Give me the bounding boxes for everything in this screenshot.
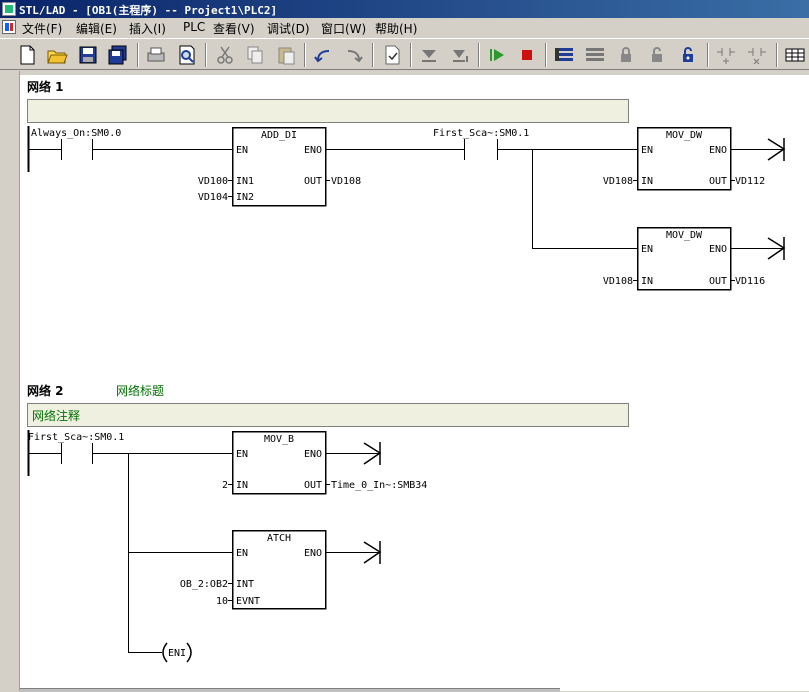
mov-dw-1-en: EN (641, 145, 653, 156)
add-di-out-value: VD108 (331, 176, 361, 187)
toolbar-separator (137, 43, 139, 67)
toolbar-separator (372, 43, 374, 67)
mov-b-in: IN (236, 480, 248, 491)
add-di-out: OUT (304, 176, 322, 187)
network2-contact1-label: First_Sca~:SM0.1 (28, 432, 124, 443)
add-di-in1-value: VD100 (198, 176, 228, 187)
atch-name: ATCH (267, 533, 291, 544)
mov-b-out: OUT (304, 480, 322, 491)
data-status-icon[interactable] (584, 44, 606, 66)
toolbar-separator (707, 43, 709, 67)
print-preview-icon[interactable] (176, 44, 198, 66)
menu-window[interactable]: 窗口(W) (321, 20, 366, 37)
ladder-diagram: 网络 1 Always_On:SM0.0 ADD_DI EN ENO IN1 I… (27, 79, 786, 663)
save-all-icon[interactable] (107, 44, 129, 66)
add-di-in2: IN2 (236, 192, 254, 203)
network2-subtitle[interactable]: 网络标题 (116, 383, 164, 398)
mov-dw-2-name: MOV_DW (666, 230, 703, 241)
window-title: STL/LAD - [OB1(主程序) -- Project1\PLC2] (19, 4, 278, 17)
toolbar (0, 38, 809, 70)
atch-int: INT (236, 579, 254, 590)
add-di-in1: IN1 (236, 176, 254, 187)
undo-icon[interactable] (312, 44, 334, 66)
table-icon[interactable] (784, 44, 806, 66)
mov-dw-1-in-value: VD108 (603, 176, 633, 187)
menu-plc[interactable]: PLC (183, 20, 205, 34)
toolbar-separator (776, 43, 778, 67)
add-di-eno: ENO (304, 145, 322, 156)
toolbar-separator (410, 43, 412, 67)
add-di-en: EN (236, 145, 248, 156)
insert-contact-icon[interactable] (715, 44, 737, 66)
network1-contact1-label: Always_On:SM0.0 (31, 128, 121, 139)
mov-b-in-value: 2 (222, 480, 228, 491)
toolbar-separator (478, 43, 480, 67)
run-icon[interactable] (486, 44, 508, 66)
network2-comment[interactable]: 网络注释 (32, 408, 80, 423)
program-status-icon[interactable] (553, 44, 575, 66)
network1-contact2-label: First_Sca~:SM0.1 (433, 128, 529, 139)
mov-dw-2-en: EN (641, 244, 653, 255)
menu-insert[interactable]: 插入(I) (129, 20, 166, 37)
menu-view[interactable]: 查看(V) (213, 20, 255, 37)
menu-debug[interactable]: 调试(D) (267, 20, 310, 37)
toolbar-separator (205, 43, 207, 67)
mov-dw-1-eno: ENO (709, 145, 727, 156)
atch-en: EN (236, 548, 248, 559)
mov-dw-2-in-value: VD108 (603, 276, 633, 287)
cut-icon[interactable] (214, 44, 236, 66)
add-di-in2-value: VD104 (198, 192, 228, 203)
mov-dw-2-eno: ENO (709, 244, 727, 255)
menu-help[interactable]: 帮助(H) (375, 20, 417, 37)
mov-dw-2-out: OUT (709, 276, 727, 287)
network1-title: 网络 1 (27, 79, 64, 94)
eni-coil-right[interactable] (186, 642, 192, 663)
network1-comment-box[interactable] (27, 99, 629, 123)
new-icon[interactable] (16, 44, 38, 66)
delete-contact-icon[interactable] (746, 44, 768, 66)
add-di-name: ADD_DI (261, 130, 297, 141)
menu-file[interactable]: 文件(F) (22, 20, 62, 37)
compile-icon[interactable] (381, 44, 403, 66)
redo-icon[interactable] (343, 44, 365, 66)
atch-evnt: EVNT (236, 596, 260, 607)
atch-int-value: OB_2:OB2 (180, 579, 228, 590)
mov-dw-1-out: OUT (709, 176, 727, 187)
app-icon[interactable] (2, 2, 16, 16)
print-icon[interactable] (145, 44, 167, 66)
toolbar-separator (545, 43, 547, 67)
mov-b-en: EN (236, 449, 248, 460)
atch-evnt-value: 10 (216, 596, 228, 607)
ladder-editor[interactable]: 网络 1 Always_On:SM0.0 ADD_DI EN ENO IN1 I… (0, 71, 809, 691)
menu-bar: 文件(F) 编辑(E) 插入(I) PLC 查看(V) 调试(D) 窗口(W) … (0, 18, 809, 37)
unlock-icon[interactable] (646, 44, 668, 66)
download-icon[interactable] (418, 44, 440, 66)
mov-b-name: MOV_B (264, 434, 294, 445)
horizontal-scrollbar[interactable] (20, 688, 560, 692)
paste-icon[interactable] (275, 44, 297, 66)
mov-b-eno: ENO (304, 449, 322, 460)
toolbar-separator (304, 43, 306, 67)
menu-edit[interactable]: 编辑(E) (76, 20, 117, 37)
stop-icon[interactable] (516, 44, 538, 66)
save-icon[interactable] (77, 44, 99, 66)
mov-b-out-value: Time_0_In~:SMB34 (331, 480, 427, 491)
network2-title: 网络 2 (27, 383, 64, 398)
mov-dw-1-name: MOV_DW (666, 130, 703, 141)
copy-icon[interactable] (244, 44, 266, 66)
atch-eno: ENO (304, 548, 322, 559)
document-icon[interactable] (2, 20, 16, 34)
force-icon[interactable] (677, 44, 699, 66)
eni-coil-left[interactable] (162, 642, 168, 663)
mov-dw-1-out-value: VD112 (735, 176, 765, 187)
network2-comment-box[interactable] (27, 403, 629, 427)
eni-label: ENI (168, 648, 186, 659)
mov-dw-2-in: IN (641, 276, 653, 287)
mov-dw-1-in: IN (641, 176, 653, 187)
open-icon[interactable] (46, 44, 68, 66)
upload-icon[interactable] (449, 44, 471, 66)
mov-dw-2-out-value: VD116 (735, 276, 765, 287)
title-bar: STL/LAD - [OB1(主程序) -- Project1\PLC2] (0, 0, 809, 18)
lock-icon[interactable] (615, 44, 637, 66)
